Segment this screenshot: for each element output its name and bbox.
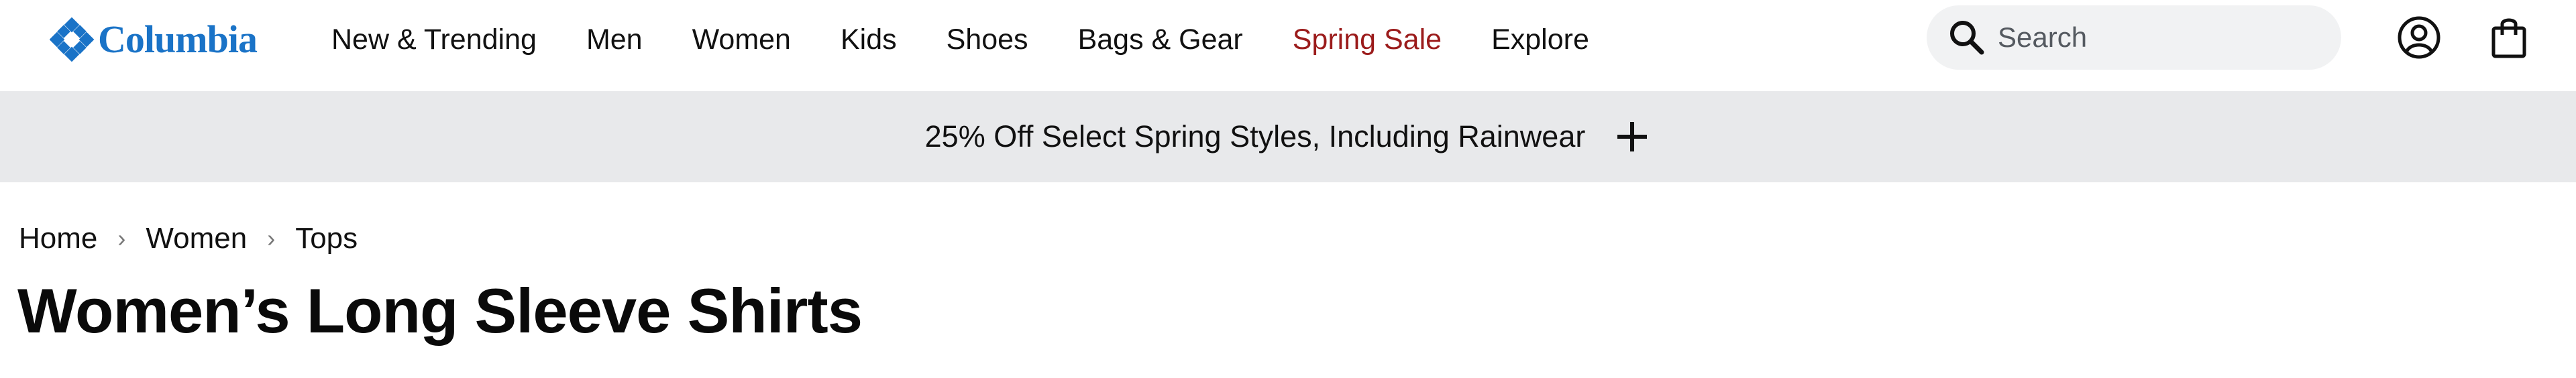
breadcrumb-home[interactable]: Home bbox=[19, 222, 97, 255]
nav-item-kids[interactable]: Kids bbox=[841, 17, 897, 62]
nav-item-men[interactable]: Men bbox=[586, 17, 643, 62]
nav-item-explore[interactable]: Explore bbox=[1491, 17, 1589, 62]
nav-item-spring-sale[interactable]: Spring Sale bbox=[1293, 17, 1442, 62]
nav-item-women[interactable]: Women bbox=[692, 17, 791, 62]
search-input[interactable] bbox=[1998, 11, 2320, 64]
search-bar[interactable] bbox=[1927, 5, 2341, 70]
columbia-logo[interactable]: Columbia bbox=[50, 17, 258, 62]
search-icon[interactable] bbox=[1945, 16, 1988, 59]
page-title: Women’s Long Sleeve Shirts bbox=[17, 275, 863, 346]
promo-text: 25% Off Select Spring Styles, Including … bbox=[924, 119, 1586, 153]
shopping-bag-icon[interactable] bbox=[2486, 15, 2532, 60]
nav-item-bags-gear[interactable]: Bags & Gear bbox=[1078, 17, 1243, 62]
plus-icon[interactable] bbox=[1613, 118, 1651, 155]
columbia-diamond-logo-icon bbox=[50, 17, 94, 62]
breadcrumb-separator: › bbox=[267, 225, 276, 252]
nav-item-new-trending[interactable]: New & Trending bbox=[331, 17, 537, 62]
breadcrumb: Home › Women › Tops bbox=[19, 217, 358, 260]
main-navigation: New & Trending Men Women Kids Shoes Bags… bbox=[331, 17, 1639, 62]
breadcrumb-women[interactable]: Women bbox=[146, 222, 247, 255]
site-header: Columbia New & Trending Men Women Kids S… bbox=[0, 0, 2576, 91]
account-icon[interactable] bbox=[2396, 15, 2442, 60]
breadcrumb-tops[interactable]: Tops bbox=[295, 222, 358, 255]
promo-banner[interactable]: 25% Off Select Spring Styles, Including … bbox=[0, 91, 2576, 182]
breadcrumb-separator: › bbox=[117, 225, 126, 252]
nav-item-shoes[interactable]: Shoes bbox=[947, 17, 1028, 62]
logo-wordmark: Columbia bbox=[98, 17, 258, 61]
